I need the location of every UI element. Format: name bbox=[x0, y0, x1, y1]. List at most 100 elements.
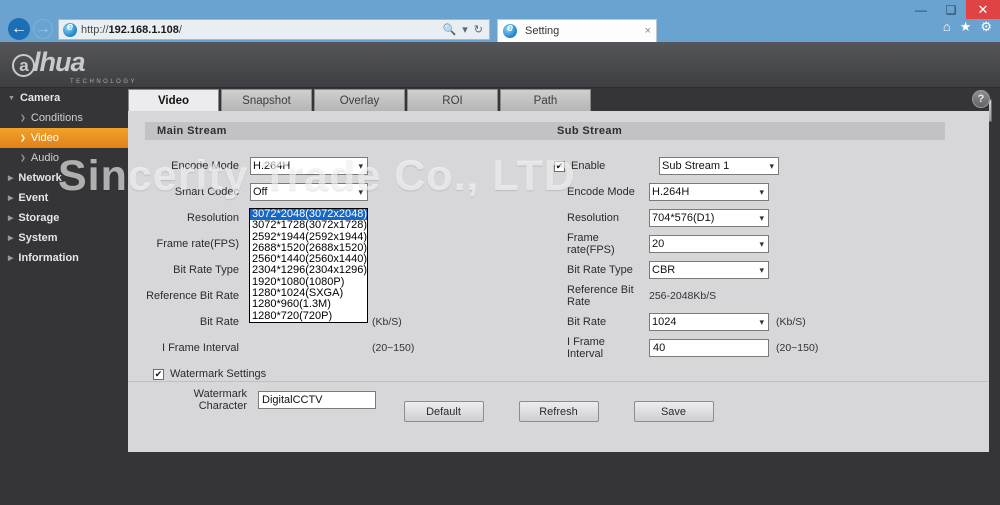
sub-stream-header: Sub Stream bbox=[545, 122, 945, 140]
tab-roi[interactable]: ROI bbox=[407, 89, 498, 112]
dahua-logo: a lhua TECHNOLOGY bbox=[12, 47, 135, 85]
action-buttons: Default Refresh Save bbox=[128, 381, 989, 422]
tab-favicon-icon bbox=[503, 22, 517, 38]
resolution-option[interactable]: 1280*960(1.3M) bbox=[250, 299, 367, 311]
tab-overlay[interactable]: Overlay bbox=[314, 89, 405, 112]
main-bit-rate-label: Bit Rate bbox=[199, 316, 239, 328]
tab-path[interactable]: Path bbox=[500, 89, 591, 112]
resolution-dropdown-list[interactable]: 3072*2048(3072x2048) 3072*1728(3072x1728)… bbox=[249, 208, 368, 323]
sub-stream-enable-label: Enable bbox=[571, 160, 606, 172]
sub-resolution-select[interactable]: 704*576(D1) ▾ bbox=[649, 209, 769, 227]
chevron-right-icon: ▶ bbox=[8, 255, 14, 262]
back-button[interactable]: ← bbox=[8, 18, 30, 40]
sub-bit-rate-unit: (Kb/S) bbox=[776, 316, 806, 328]
search-icon[interactable]: 🔍 bbox=[443, 23, 457, 36]
sidebar-item-label: Camera bbox=[19, 92, 61, 104]
refresh-button[interactable]: Refresh bbox=[518, 401, 599, 422]
chevron-down-icon: ▾ bbox=[759, 317, 764, 327]
chevron-right-icon: ❯ bbox=[20, 155, 26, 162]
minimize-button[interactable]: — bbox=[906, 0, 936, 19]
favorites-star-icon[interactable]: ★ bbox=[960, 20, 972, 33]
app-header: alhua TECHNOLOGY Live Setting Alarm Logo… bbox=[0, 42, 1000, 122]
sub-encode-mode-row: Encode Mode H.264H ▾ bbox=[545, 182, 945, 202]
browser-toolbar-icons: ⌂ ★ ⚙ bbox=[943, 20, 992, 33]
sidebar-item-system[interactable]: ▶ System bbox=[0, 228, 128, 248]
main-encode-mode-label: Encode Mode bbox=[171, 160, 239, 172]
sub-frame-rate-value: 20 bbox=[652, 238, 665, 250]
browser-tab[interactable]: Setting × bbox=[497, 19, 657, 42]
sub-stream-value: Sub Stream 1 bbox=[662, 160, 730, 172]
main-encode-mode-value: H.264H bbox=[253, 160, 291, 172]
chevron-down-icon: ▾ bbox=[759, 187, 764, 197]
sub-encode-mode-select[interactable]: H.264H ▾ bbox=[649, 183, 769, 201]
default-button[interactable]: Default bbox=[403, 401, 484, 422]
sub-ref-bit-rate-value: 256-2048Kb/S bbox=[649, 290, 717, 302]
sidebar-item-camera[interactable]: ▼ Camera bbox=[0, 88, 128, 108]
sub-stream-section: Sub Stream ✔ Enable Sub Stream 1 ▾ Encod… bbox=[545, 122, 945, 360]
maximize-button[interactable]: ❑ bbox=[936, 0, 966, 19]
address-bar-icons: 🔍 ▾ ↻ bbox=[443, 23, 485, 36]
resolution-option[interactable]: 3072*1728(3072x1728) bbox=[250, 219, 367, 231]
window-controls: — ❑ ✕ bbox=[906, 0, 1000, 19]
tab-bar: Video Snapshot Overlay ROI Path bbox=[128, 88, 989, 112]
sub-frame-rate-row: Frame rate(FPS) 20 ▾ bbox=[545, 232, 945, 256]
chevron-right-icon: ▶ bbox=[8, 215, 14, 222]
sub-ref-bit-rate-label: Reference Bit Rate bbox=[567, 284, 634, 308]
main-i-frame-unit: (20~150) bbox=[372, 342, 415, 354]
sidebar-item-information[interactable]: ▶ Information bbox=[0, 248, 128, 268]
sidebar-item-storage[interactable]: ▶ Storage bbox=[0, 208, 128, 228]
sub-i-frame-input[interactable]: 40 bbox=[649, 339, 769, 357]
sub-bit-rate-type-value: CBR bbox=[652, 264, 676, 276]
sidebar-item-event[interactable]: ▶ Event bbox=[0, 188, 128, 208]
sidebar-item-conditions[interactable]: ❯ Conditions bbox=[0, 108, 128, 128]
main-smart-codec-select[interactable]: Off ▾ bbox=[250, 183, 368, 201]
help-icon[interactable]: ? bbox=[972, 90, 990, 108]
sub-i-frame-unit: (20~150) bbox=[776, 342, 819, 354]
sub-enable-row: ✔ Enable Sub Stream 1 ▾ bbox=[545, 156, 945, 176]
sub-stream-enable-checkbox[interactable]: ✔ bbox=[554, 160, 565, 172]
sub-i-frame-row: I Frame Interval 40 (20~150) bbox=[545, 336, 945, 360]
save-button[interactable]: Save bbox=[633, 401, 714, 422]
chevron-down-icon: ▾ bbox=[759, 213, 764, 223]
tab-video[interactable]: Video bbox=[128, 89, 219, 112]
sidebar: ▼ Camera ❯ Conditions ❯ Video ❯ Audio ▶ … bbox=[0, 88, 128, 505]
watermark-settings-checkbox[interactable]: ✔ bbox=[153, 368, 164, 380]
sub-stream-select[interactable]: Sub Stream 1 ▾ bbox=[659, 157, 779, 175]
forward-button[interactable]: → bbox=[33, 19, 53, 39]
main-bit-rate-type-label: Bit Rate Type bbox=[173, 264, 239, 276]
sidebar-item-network[interactable]: ▶ Network bbox=[0, 168, 128, 188]
home-icon[interactable]: ⌂ bbox=[943, 20, 951, 33]
internet-explorer-icon bbox=[63, 21, 77, 37]
sidebar-item-label: Conditions bbox=[30, 112, 83, 124]
sidebar-item-video[interactable]: ❯ Video bbox=[0, 128, 128, 148]
main-stream-header: Main Stream bbox=[145, 122, 545, 140]
sidebar-item-label: Network bbox=[18, 172, 62, 184]
url-prefix: http:// bbox=[81, 23, 109, 36]
sidebar-item-label: Event bbox=[18, 192, 49, 204]
refresh-icon[interactable]: ↻ bbox=[474, 23, 483, 36]
sub-i-frame-label: I Frame Interval bbox=[567, 336, 605, 360]
watermark-settings-label: Watermark Settings bbox=[170, 368, 267, 380]
sub-bit-rate-type-select[interactable]: CBR ▾ bbox=[649, 261, 769, 279]
close-window-button[interactable]: ✕ bbox=[966, 0, 1000, 19]
sub-bit-rate-select[interactable]: 1024 ▾ bbox=[649, 313, 769, 331]
chevron-down-icon: ▾ bbox=[358, 187, 363, 197]
tab-title: Setting bbox=[525, 25, 560, 37]
close-tab-icon[interactable]: × bbox=[645, 25, 651, 37]
sidebar-item-label: Audio bbox=[30, 152, 60, 164]
chevron-down-icon[interactable]: ▾ bbox=[462, 23, 468, 36]
sub-bit-rate-type-row: Bit Rate Type CBR ▾ bbox=[545, 260, 945, 280]
sub-frame-rate-select[interactable]: 20 ▾ bbox=[649, 235, 769, 253]
resolution-option[interactable]: 1280*720(720P) bbox=[250, 310, 367, 322]
url-text: http://192.168.1.108/ bbox=[81, 24, 443, 36]
tab-snapshot[interactable]: Snapshot bbox=[221, 89, 312, 112]
chevron-right-icon: ▶ bbox=[8, 235, 14, 242]
sidebar-item-audio[interactable]: ❯ Audio bbox=[0, 148, 128, 168]
main-ref-bit-rate-label: Reference Bit Rate bbox=[146, 290, 239, 302]
logo-at-mark: a bbox=[12, 54, 35, 77]
settings-gear-icon[interactable]: ⚙ bbox=[980, 20, 992, 33]
chevron-right-icon: ❯ bbox=[20, 115, 26, 122]
main-encode-mode-select[interactable]: H.264H ▾ bbox=[250, 157, 368, 175]
main-smart-codec-value: Off bbox=[253, 186, 268, 198]
address-bar[interactable]: http://192.168.1.108/ 🔍 ▾ ↻ bbox=[58, 19, 490, 40]
